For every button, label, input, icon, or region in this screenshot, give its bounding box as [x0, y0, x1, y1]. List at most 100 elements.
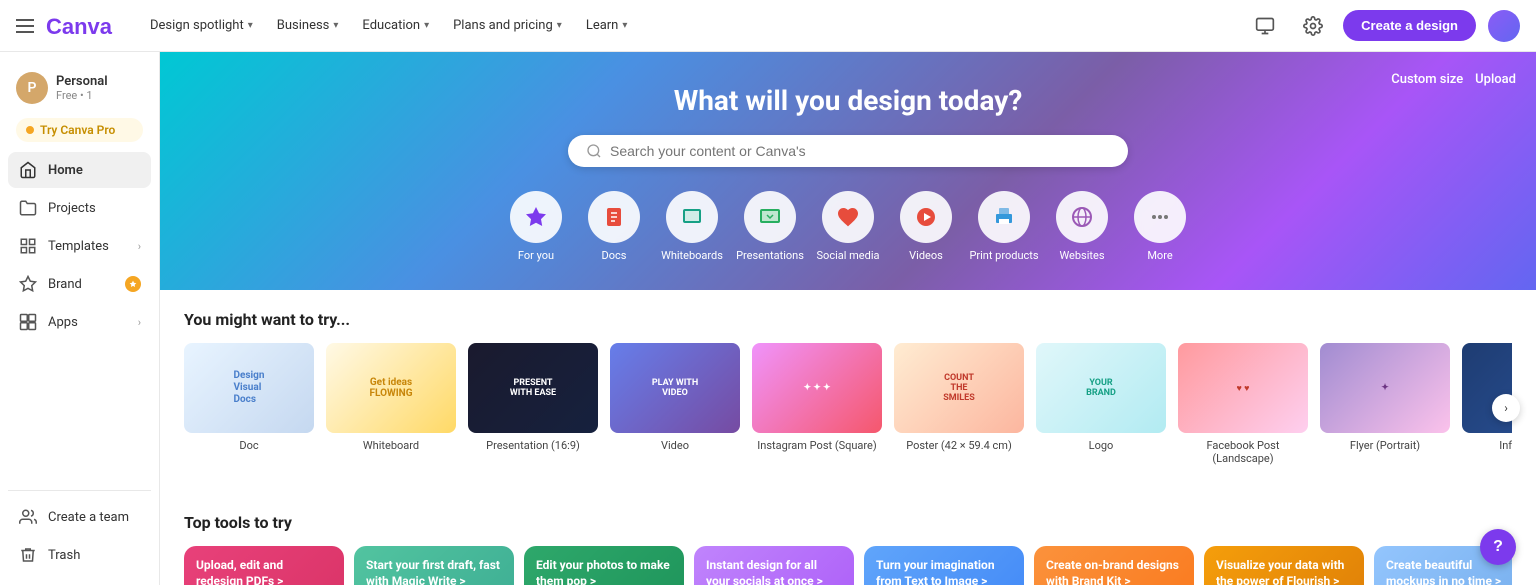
sidebar-item-templates-label: Templates: [48, 239, 128, 254]
pro-dot-icon: [26, 126, 34, 134]
tool-text-image-title: Turn your imagination from Text to Image…: [876, 558, 1012, 585]
category-for-you-label: For you: [518, 249, 554, 262]
category-videos-label: Videos: [909, 249, 943, 262]
tool-card-photo[interactable]: Edit your photos to make them pop >: [524, 546, 684, 585]
tool-card-text-image[interactable]: Turn your imagination from Text to Image…: [864, 546, 1024, 585]
sidebar: P Personal Free • 1 Try Canva Pro Home P…: [0, 52, 160, 585]
tool-card-magic[interactable]: Start your first draft, fast with Magic …: [354, 546, 514, 585]
sidebar-user-plan: Free • 1: [56, 89, 108, 102]
trash-icon: [18, 545, 38, 565]
category-print-products[interactable]: Print products: [969, 191, 1039, 262]
canva-logo[interactable]: Canva: [46, 12, 116, 40]
user-avatar[interactable]: [1488, 10, 1520, 42]
nav-links: Design spotlight ▾ Business ▾ Education …: [140, 12, 1247, 39]
tool-brand-title: Create on-brand designs with Brand Kit >: [1046, 558, 1182, 585]
sidebar-item-apps[interactable]: Apps ›: [8, 304, 151, 340]
tool-card-social[interactable]: Instant design for all your socials at o…: [694, 546, 854, 585]
sidebar-item-create-team[interactable]: Create a team: [8, 499, 151, 535]
template-label-facebook: Facebook Post (Landscape): [1178, 439, 1308, 465]
template-card-poster[interactable]: COUNTTHESMILES Poster (42 × 59.4 cm): [894, 343, 1024, 465]
template-card-flyer[interactable]: ✦ Flyer (Portrait): [1320, 343, 1450, 465]
try-section: You might want to try... DesignVisualDoc…: [160, 290, 1536, 493]
sidebar-item-home[interactable]: Home: [8, 152, 151, 188]
sidebar-item-apps-label: Apps: [48, 315, 128, 330]
template-scroll: DesignVisualDocs Doc Get ideasFLOWING Wh…: [184, 343, 1512, 473]
settings-icon-btn[interactable]: [1295, 8, 1331, 44]
sidebar-item-templates[interactable]: Templates ›: [8, 228, 151, 264]
chevron-icon: ▾: [424, 20, 429, 31]
upload-link[interactable]: Upload: [1475, 72, 1516, 87]
chevron-icon: ▾: [333, 20, 338, 31]
template-label-poster: Poster (42 × 59.4 cm): [894, 439, 1024, 452]
template-card-video[interactable]: PLAY WITHVIDEO Video: [610, 343, 740, 465]
nav-education[interactable]: Education ▾: [352, 12, 439, 39]
hero-search-bar: [568, 135, 1128, 167]
create-design-button[interactable]: Create a design: [1343, 10, 1476, 41]
try-pro-label: Try Canva Pro: [40, 123, 115, 137]
hamburger-menu[interactable]: [16, 19, 34, 33]
category-websites[interactable]: Websites: [1047, 191, 1117, 262]
try-section-title: You might want to try...: [184, 310, 1512, 329]
help-button[interactable]: ?: [1480, 529, 1516, 565]
chevron-icon: ▾: [248, 20, 253, 31]
try-pro-button[interactable]: Try Canva Pro: [16, 118, 143, 142]
sidebar-item-projects-label: Projects: [48, 201, 141, 216]
category-videos[interactable]: Videos: [891, 191, 961, 262]
brand-badge: [125, 276, 141, 292]
nav-learn[interactable]: Learn ▾: [576, 12, 638, 39]
template-card-presentation[interactable]: PRESENTWITH EASE Presentation (16:9): [468, 343, 598, 465]
tool-card-flourish[interactable]: Visualize your data with the power of Fl…: [1204, 546, 1364, 585]
template-card-instagram[interactable]: ✦ ✦ ✦ Instagram Post (Square): [752, 343, 882, 465]
templates-icon: [18, 236, 38, 256]
tool-card-brand[interactable]: Create on-brand designs with Brand Kit >: [1034, 546, 1194, 585]
custom-size-link[interactable]: Custom size: [1391, 72, 1463, 87]
scroll-right-arrow[interactable]: ›: [1492, 394, 1520, 422]
category-row: For you Docs Whiteboards: [200, 191, 1496, 262]
category-websites-label: Websites: [1059, 249, 1104, 262]
template-card-doc[interactable]: DesignVisualDocs Doc: [184, 343, 314, 465]
template-card-facebook[interactable]: ♥ ♥ Facebook Post (Landscape): [1178, 343, 1308, 465]
home-icon: [18, 160, 38, 180]
tool-social-title: Instant design for all your socials at o…: [706, 558, 842, 585]
hero-search-input[interactable]: [610, 143, 1110, 159]
category-print-products-label: Print products: [969, 249, 1038, 262]
template-label-whiteboard: Whiteboard: [326, 439, 456, 452]
search-icon: [586, 143, 602, 159]
tools-grid: Upload, edit and redesign PDFs > Start y…: [184, 546, 1512, 585]
template-label-presentation: Presentation (16:9): [468, 439, 598, 452]
nav-plans-pricing[interactable]: Plans and pricing ▾: [443, 12, 572, 39]
tool-card-pdf[interactable]: Upload, edit and redesign PDFs >: [184, 546, 344, 585]
tool-pdf-title: Upload, edit and redesign PDFs >: [196, 558, 332, 585]
category-docs-label: Docs: [602, 249, 627, 262]
category-whiteboards[interactable]: Whiteboards: [657, 191, 727, 262]
sidebar-item-create-team-label: Create a team: [48, 510, 141, 525]
chevron-icon: ▾: [557, 20, 562, 31]
category-social-media[interactable]: Social media: [813, 191, 883, 262]
sidebar-item-brand-label: Brand: [48, 277, 115, 292]
sidebar-item-trash-label: Trash: [48, 548, 141, 563]
chevron-icon: ›: [138, 240, 141, 253]
nav-business[interactable]: Business ▾: [267, 12, 349, 39]
template-label-flyer: Flyer (Portrait): [1320, 439, 1450, 452]
nav-design-spotlight[interactable]: Design spotlight ▾: [140, 12, 263, 39]
template-label-infographic: Infographic: [1462, 439, 1512, 452]
category-more-label: More: [1147, 249, 1172, 262]
sidebar-item-projects[interactable]: Projects: [8, 190, 151, 226]
sidebar-item-trash[interactable]: Trash: [8, 537, 151, 573]
sidebar-user-name: Personal: [56, 74, 108, 89]
hero-title: What will you design today?: [200, 84, 1496, 117]
main-content: Custom size Upload What will you design …: [160, 52, 1536, 585]
tool-magic-title: Start your first draft, fast with Magic …: [366, 558, 502, 585]
tools-section: Top tools to try Upload, edit and redesi…: [160, 493, 1536, 585]
category-presentations[interactable]: Presentations: [735, 191, 805, 262]
category-more[interactable]: More: [1125, 191, 1195, 262]
category-presentations-label: Presentations: [736, 249, 804, 262]
display-icon-btn[interactable]: [1247, 8, 1283, 44]
category-docs[interactable]: Docs: [579, 191, 649, 262]
category-for-you[interactable]: For you: [501, 191, 571, 262]
template-label-instagram: Instagram Post (Square): [752, 439, 882, 452]
template-card-whiteboard[interactable]: Get ideasFLOWING Whiteboard: [326, 343, 456, 465]
template-card-logo[interactable]: YOURBRAND Logo: [1036, 343, 1166, 465]
sidebar-item-brand[interactable]: Brand: [8, 266, 151, 302]
users-icon: [18, 507, 38, 527]
